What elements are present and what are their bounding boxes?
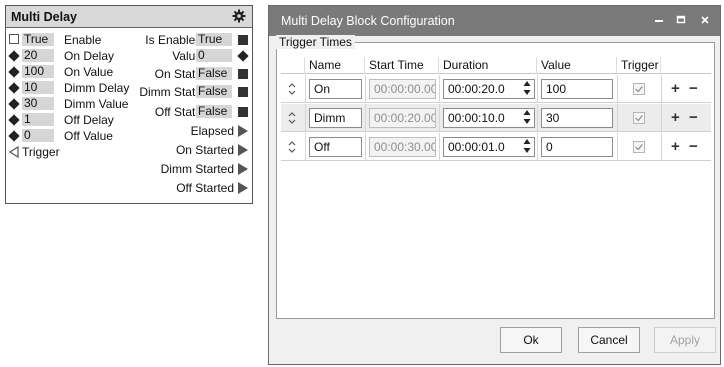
duration-spinner-icon[interactable] [523, 80, 531, 96]
on-value-input-value[interactable]: 100 [22, 65, 54, 78]
on-delay-input-value[interactable]: 20 [22, 49, 54, 62]
is-enabled-output-label: Is Enabled [145, 33, 202, 47]
on-value-input-port[interactable] [8, 66, 20, 78]
row-value-input[interactable]: 0 [541, 137, 613, 157]
header-drag-col [281, 57, 305, 74]
off-value-input-value[interactable]: 0 [22, 129, 54, 142]
minimize-icon[interactable] [651, 13, 667, 27]
reorder-icon[interactable] [287, 110, 297, 126]
multi-delay-block[interactable]: Multi Delay True Enable 20 On Delay 100 … [5, 5, 253, 204]
enable-input-checkbox[interactable] [9, 34, 19, 44]
header-trigger: Trigger [617, 57, 661, 74]
off-delay-input-port[interactable] [8, 114, 20, 126]
row-duration-input[interactable]: 00:00:10.0 [443, 108, 535, 128]
row-duration-input[interactable]: 00:00:20.0 [443, 79, 535, 99]
row-name-input[interactable]: Dimm [309, 108, 362, 128]
remove-row-button[interactable]: − [689, 138, 698, 155]
on-started-output-port[interactable] [238, 144, 248, 156]
on-state-output-port[interactable] [238, 69, 248, 79]
on-value-input-label: On Value [64, 65, 114, 79]
dimm-value-input-value[interactable]: 30 [22, 97, 54, 110]
dimm-started-output-port[interactable] [238, 163, 248, 175]
ok-button[interactable]: Ok [500, 327, 562, 353]
header-value: Value [537, 57, 617, 74]
elapsed-output-port[interactable] [238, 125, 248, 137]
enable-input-label: Enable [64, 33, 102, 47]
row-start-time-field: 00:00:30.000 [369, 137, 436, 157]
grid-header: Name Start Time Duration Value Trigger [281, 57, 711, 74]
trigger-times-group: Name Start Time Duration Value Trigger O… [276, 42, 715, 319]
off-started-output-port[interactable] [238, 182, 248, 194]
dialog-titlebar[interactable]: Multi Delay Block Configuration [269, 6, 720, 36]
row-start-time-field: 00:00:00.000 [369, 79, 436, 99]
maximize-icon[interactable] [673, 13, 689, 27]
dimm-state-output-value: False [196, 85, 232, 98]
table-row[interactable]: Dimm 00:00:20.000 00:00:10.0 30 + − [281, 104, 711, 132]
block-header: Multi Delay [6, 6, 252, 28]
config-dialog: Multi Delay Block Configuration Name Sta… [268, 5, 721, 365]
enable-input-value[interactable]: True [22, 33, 54, 46]
dimm-state-output-label: Dimm State [139, 85, 202, 99]
dimm-delay-input-label: Dimm Delay [64, 81, 130, 95]
dialog-title: Multi Delay Block Configuration [281, 14, 455, 28]
apply-button[interactable]: Apply [654, 327, 716, 353]
reorder-icon[interactable] [287, 139, 297, 155]
gear-icon[interactable] [232, 9, 246, 23]
trigger-input-port-icon[interactable] [9, 146, 19, 158]
on-delay-input-label: On Delay [64, 49, 115, 63]
table-row[interactable]: On 00:00:00.000 00:00:20.0 100 + − [281, 75, 711, 103]
value-output-value: 0 [196, 49, 232, 62]
remove-row-button[interactable]: − [689, 80, 698, 97]
is-enabled-output-port[interactable] [238, 35, 248, 45]
is-enabled-output-value: True [196, 33, 232, 46]
row-duration-input[interactable]: 00:00:01.0 [443, 137, 535, 157]
trigger-checkbox[interactable] [633, 141, 645, 153]
on-delay-input-port[interactable] [8, 50, 20, 62]
dimm-started-output-label: Dimm Started [160, 162, 234, 176]
trigger-checkbox[interactable] [633, 83, 645, 95]
trigger-input-label: Trigger [22, 145, 60, 159]
off-delay-input-label: Off Delay [64, 113, 114, 127]
dimm-value-input-label: Dimm Value [64, 97, 129, 111]
off-delay-input-value[interactable]: 1 [22, 113, 54, 126]
off-value-input-port[interactable] [8, 130, 20, 142]
row-start-time-field: 00:00:20.000 [369, 108, 436, 128]
cancel-button[interactable]: Cancel [578, 327, 640, 353]
off-started-output-label: Off Started [176, 181, 234, 195]
close-icon[interactable] [697, 13, 713, 27]
on-state-output-value: False [196, 67, 232, 80]
row-name-input[interactable]: On [309, 79, 362, 99]
dimm-state-output-port[interactable] [238, 87, 248, 97]
dimm-delay-input-port[interactable] [8, 82, 20, 94]
row-value-input[interactable]: 30 [541, 108, 613, 128]
add-row-button[interactable]: + [671, 138, 680, 155]
block-title: Multi Delay [11, 10, 77, 24]
value-output-port[interactable] [237, 50, 249, 62]
trigger-checkbox[interactable] [633, 112, 645, 124]
table-row[interactable]: Off 00:00:30.000 00:00:01.0 0 + − [281, 133, 711, 161]
remove-row-button[interactable]: − [689, 109, 698, 126]
off-state-output-value: False [196, 105, 232, 118]
duration-spinner-icon[interactable] [523, 138, 531, 154]
off-state-output-label: Off State [154, 105, 202, 119]
dimm-value-input-port[interactable] [8, 98, 20, 110]
duration-spinner-icon[interactable] [523, 109, 531, 125]
header-duration: Duration [439, 57, 537, 74]
elapsed-output-label: Elapsed [190, 124, 234, 138]
header-name: Name [305, 57, 365, 74]
row-name-input[interactable]: Off [309, 137, 362, 157]
on-started-output-label: On Started [175, 143, 234, 157]
on-state-output-label: On State [154, 67, 202, 81]
header-start-time: Start Time [365, 57, 439, 74]
add-row-button[interactable]: + [671, 109, 680, 126]
trigger-times-label: Trigger Times [276, 35, 355, 49]
dimm-delay-input-value[interactable]: 10 [22, 81, 54, 94]
off-value-input-label: Off Value [64, 129, 113, 143]
row-value-input[interactable]: 100 [541, 79, 613, 99]
add-row-button[interactable]: + [671, 80, 680, 97]
reorder-icon[interactable] [287, 81, 297, 97]
off-state-output-port[interactable] [238, 107, 248, 117]
